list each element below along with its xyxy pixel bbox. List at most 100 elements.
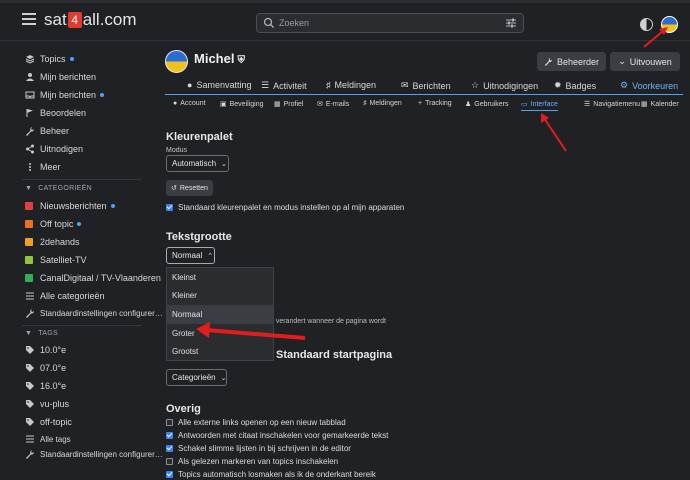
sidebar-tag[interactable]: 07.0°e: [25, 361, 66, 375]
tab-messages[interactable]: ✉ Berichten: [401, 80, 451, 91]
badge-icon: ✹: [554, 80, 562, 90]
sidebar-item-more[interactable]: Meer: [25, 160, 61, 174]
other-option-row[interactable]: Antwoorden met citaat inschakelen voor g…: [166, 431, 388, 440]
sidebar-item-invite[interactable]: Uitnodigen: [25, 142, 83, 156]
checkbox-label: Alle externe links openen op een nieuw t…: [178, 418, 346, 427]
sidebar-category[interactable]: Satelliet-TV: [25, 253, 87, 267]
subtab-label: Beveiliging: [229, 100, 264, 108]
sidebar-category[interactable]: Off topic: [25, 217, 82, 231]
sidebar-tag[interactable]: off-topic: [25, 415, 72, 429]
other-option-row[interactable]: Schakel slimme lijsten in bij schrijven …: [166, 444, 351, 453]
subtab-tracking[interactable]: + Tracking: [418, 100, 452, 107]
unread-dot: [69, 57, 74, 61]
user-avatar[interactable]: [661, 16, 678, 33]
desktop-icon: ▭: [521, 101, 528, 108]
dropdown-option[interactable]: Kleinst: [167, 268, 273, 287]
other-title: Overig: [166, 403, 201, 415]
checkbox[interactable]: [166, 204, 173, 211]
default-palette-checkbox-row[interactable]: Standaard kleurenpalet en modus instelle…: [166, 203, 404, 212]
dropdown-option[interactable]: Groter: [167, 324, 273, 343]
textsize-select[interactable]: Normaal ⌃: [166, 247, 215, 264]
tab-summary[interactable]: ● Samenvatting: [187, 80, 251, 90]
sidebar-tag[interactable]: 16.0°e: [25, 379, 66, 393]
search-input[interactable]: [279, 16, 499, 30]
sidebar-all-tags[interactable]: Alle tags: [25, 432, 71, 446]
checkbox[interactable]: [166, 445, 173, 452]
categories-header[interactable]: ▼ CATEGORIEËN: [25, 185, 92, 192]
category-label: Nieuwsberichten: [40, 201, 107, 211]
subtab-label: Meldingen: [369, 100, 402, 107]
subtab-calendar[interactable]: ▦ Kalender: [641, 100, 679, 109]
subtab-security[interactable]: ▣ Beveiliging: [220, 100, 264, 109]
tab-notifications[interactable]: ♯ Meldingen: [326, 80, 376, 90]
sidebar-item-label: Alle tags: [40, 434, 71, 444]
envelope-icon: ✉: [317, 101, 323, 108]
admin-button-label: Beheerder: [556, 56, 600, 67]
hamburger-menu-icon[interactable]: [22, 13, 36, 25]
sidebar-item-label: Standaardinstellingen configurer…: [40, 449, 163, 459]
sidebar-category[interactable]: 2dehands: [25, 235, 80, 249]
subtab-notifications[interactable]: ♯ Meldingen: [363, 100, 402, 107]
sidebar-category[interactable]: Nieuwsberichten: [25, 199, 115, 213]
chevron-down-icon: ⌄: [618, 56, 626, 66]
sidebar-item-review[interactable]: Beoordelen: [25, 106, 86, 120]
homepage-select[interactable]: Categorieën ⌄: [166, 369, 227, 386]
checkbox[interactable]: [166, 432, 173, 439]
tab-invites[interactable]: ☆ Uitnodigingen: [471, 80, 538, 91]
chevron-down-icon: ▼: [25, 185, 33, 192]
tag-label: 16.0°e: [40, 381, 67, 391]
sidebar-item-my-messages[interactable]: Mijn berichten: [25, 88, 105, 102]
other-option-row[interactable]: Topics automatisch losmaken als ik de on…: [166, 470, 376, 479]
inbox-icon: [25, 91, 35, 99]
profile-name: Michel ⛨: [194, 51, 245, 66]
subtab-profile[interactable]: ▦ Profiel: [274, 100, 303, 109]
checkbox[interactable]: [166, 458, 173, 465]
sidebar-tag-settings[interactable]: Standaardinstellingen configurer…: [25, 447, 163, 461]
tag-label: 07.0°e: [40, 363, 67, 373]
sidebar-item-topics[interactable]: Topics: [25, 52, 74, 66]
reset-button[interactable]: ↺ Resetten: [166, 180, 213, 196]
expand-button[interactable]: ⌄ Uitvouwen: [610, 52, 680, 71]
other-option-row[interactable]: Als gelezen markeren van topics inschake…: [166, 457, 338, 466]
checkbox[interactable]: [166, 419, 173, 426]
site-logo[interactable]: sat 4 all.com: [44, 10, 137, 30]
admin-button[interactable]: Beheerder: [537, 52, 606, 71]
tab-activity[interactable]: ☰ Activiteit: [261, 80, 307, 91]
dropdown-option[interactable]: Grootst: [167, 342, 273, 361]
tab-badges[interactable]: ✹ Badges: [554, 80, 596, 91]
shield-icon: ⛨: [237, 55, 245, 66]
textsize-hint: e verandert wanneer de pagina wordt: [270, 318, 386, 325]
other-option-row[interactable]: Alle externe links openen op een nieuw t…: [166, 418, 346, 427]
checkbox-label: Standaard kleurenpalet en modus instelle…: [178, 203, 405, 212]
sidebar-item-label: Meer: [40, 162, 61, 172]
subtab-users[interactable]: ♟ Gebruikers: [465, 100, 509, 109]
sidebar-item-my-posts[interactable]: Mijn berichten: [25, 70, 96, 84]
subtab-interface[interactable]: ▭ Interface: [521, 100, 558, 111]
sidebar-item-label: Topics: [40, 54, 66, 64]
mode-select[interactable]: Automatisch ⌄: [166, 155, 229, 172]
sliders-icon[interactable]: [505, 17, 517, 29]
subtab-account[interactable]: ● Account: [173, 100, 206, 107]
dropdown-option[interactable]: Kleiner: [167, 286, 273, 305]
checkbox[interactable]: [166, 471, 173, 478]
dropdown-option-selected[interactable]: Normaal: [167, 305, 273, 324]
theme-toggle-icon[interactable]: [640, 18, 653, 31]
sidebar-item-admin[interactable]: Beheer: [25, 124, 69, 138]
tag-icon: [26, 400, 34, 408]
sidebar-category-settings[interactable]: Standaardinstellingen configurer…: [25, 306, 163, 320]
search-box[interactable]: [256, 13, 524, 33]
profile-avatar[interactable]: [165, 50, 188, 73]
sidebar-category[interactable]: CanalDigitaal / TV-Vlaanderen: [25, 271, 161, 285]
wrench-icon: [544, 57, 553, 66]
subtab-emails[interactable]: ✉ E-mails: [317, 100, 349, 109]
sidebar-tag[interactable]: 10.0°e: [25, 343, 66, 357]
subtab-navigation-menu[interactable]: ☰ Navigatiemenu: [584, 100, 640, 109]
sidebar-tag[interactable]: vu-plus: [25, 397, 69, 411]
tab-preferences[interactable]: ⚙ Voorkeuren: [620, 80, 678, 91]
tab-label: Meldingen: [334, 80, 377, 90]
categories-title: CATEGORIEËN: [38, 185, 92, 192]
profile-name-text: Michel: [194, 51, 235, 66]
sidebar-all-categories[interactable]: Alle categorieën: [25, 289, 105, 303]
bell-icon: ♯: [363, 100, 367, 107]
tags-header[interactable]: ▼ TAGS: [25, 330, 58, 337]
